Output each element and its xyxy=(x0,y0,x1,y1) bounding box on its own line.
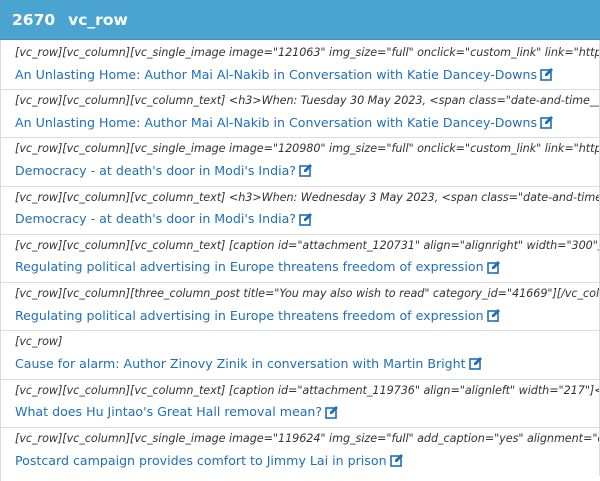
post-title-link[interactable]: Democracy - at death's door in Modi's In… xyxy=(15,211,296,226)
shortcode-snippet: [vc_row][vc_column][vc_column_text] [cap… xyxy=(15,238,600,252)
shortcode-snippet: [vc_row][vc_column][vc_single_image imag… xyxy=(15,432,600,446)
post-title-link[interactable]: What does Hu Jintao's Great Hall removal… xyxy=(15,404,322,419)
title-line: Democracy - at death's door in Modi's In… xyxy=(15,208,600,230)
external-edit-icon[interactable] xyxy=(299,163,313,178)
post-title-link[interactable]: An Unlasting Home: Author Mai Al-Nakib i… xyxy=(15,67,537,82)
external-edit-icon[interactable] xyxy=(486,308,501,322)
results-list: [vc_row][vc_column][vc_single_image imag… xyxy=(0,40,600,481)
title-line: Cause for alarm: Author Zinovy Zinik in … xyxy=(15,352,600,374)
title-line: An Unlasting Home: Author Mai Al-Nakib i… xyxy=(15,111,600,133)
title-line: Regulating political advertising in Euro… xyxy=(15,304,600,326)
post-title-link[interactable]: Democracy - at death's door in Modi's In… xyxy=(15,163,296,178)
title-line: An Unlasting Home: Author Mai Al-Nakib i… xyxy=(15,63,600,85)
list-item: [vc_row][vc_column][vc_single_image imag… xyxy=(1,428,600,477)
list-item: [vc_row] Cause for alarm: Author Zinovy … xyxy=(1,331,600,380)
external-edit-icon[interactable] xyxy=(540,115,554,129)
list-item: [vc_row][vc_column][vc_single_image imag… xyxy=(1,40,600,90)
external-edit-icon[interactable] xyxy=(486,260,501,274)
post-title-link[interactable]: Postcard campaign provides comfort to Ji… xyxy=(15,453,387,468)
shortcode-name: vc_row xyxy=(68,10,128,29)
title-line: Regulating political advertising in Euro… xyxy=(15,256,600,278)
external-edit-icon[interactable] xyxy=(299,212,313,226)
list-item: [vc_row][vc_column][vc_column_text] [cap… xyxy=(1,234,600,284)
shortcode-snippet: [vc_row][vc_column][vc_single_image imag… xyxy=(15,46,600,59)
title-line: Democracy - at death's door in Modi's In… xyxy=(15,159,600,181)
shortcode-snippet: [vc_row][vc_column][vc_single_image imag… xyxy=(15,142,600,156)
list-item: [vc_row][vc_column][vc_column_text] <h3>… xyxy=(1,90,600,139)
shortcode-snippet: [vc_row] xyxy=(15,335,63,349)
external-edit-icon[interactable] xyxy=(468,356,483,371)
external-edit-icon[interactable] xyxy=(389,453,404,467)
post-title-link[interactable]: Regulating political advertising in Euro… xyxy=(15,308,484,323)
list-item: [vc_row][vc_column][vc_single_image imag… xyxy=(1,138,600,187)
shortcode-snippet: [vc_row][vc_column][vc_column_text] <h3>… xyxy=(15,190,600,204)
list-item: [vc_row][vc_column][vc_column_text] [cap… xyxy=(1,379,600,429)
result-count: 2670 xyxy=(12,10,56,29)
list-item: [vc_row][vc_column][vc_column_text] <h3>… xyxy=(1,186,600,235)
shortcode-snippet: [vc_row][vc_column][vc_column_text] [cap… xyxy=(15,383,600,397)
post-title-link[interactable]: Regulating political advertising in Euro… xyxy=(15,259,484,274)
post-title-link[interactable]: Cause for alarm: Author Zinovy Zinik in … xyxy=(15,356,466,371)
title-line: Postcard campaign provides comfort to Ji… xyxy=(15,449,600,471)
external-edit-icon[interactable] xyxy=(540,67,554,81)
list-item: [vc_row][vc_column][three_column_post ti… xyxy=(1,283,600,332)
title-line: What does Hu Jintao's Great Hall removal… xyxy=(15,401,600,423)
shortcode-snippet: [vc_row][vc_column][vc_column_text] <h3>… xyxy=(15,94,600,107)
external-edit-icon[interactable] xyxy=(325,405,339,419)
post-title-link[interactable]: An Unlasting Home: Author Mai Al-Nakib i… xyxy=(15,115,537,130)
shortcode-snippet: [vc_row][vc_column][three_column_post ti… xyxy=(15,287,600,301)
results-header: 2670 vc_row xyxy=(0,0,600,40)
